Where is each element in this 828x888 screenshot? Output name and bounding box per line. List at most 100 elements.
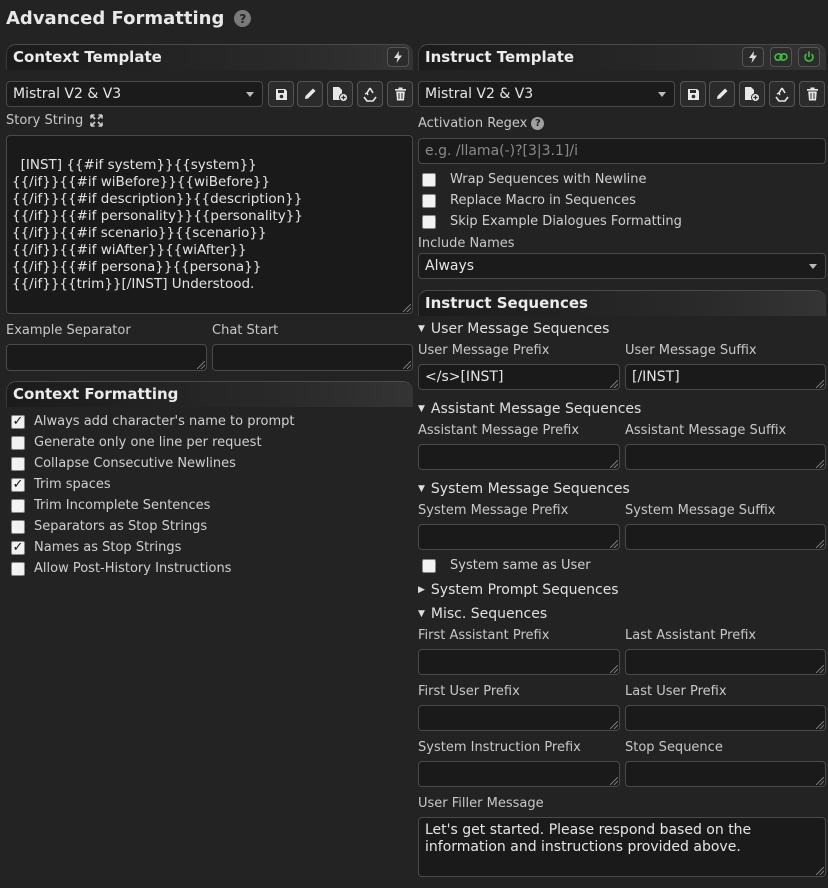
checkbox[interactable] [422, 558, 436, 573]
story-string-label-row: Story String [6, 113, 104, 128]
system-suffix-label: System Message Suffix [625, 503, 776, 518]
instruct-template-select[interactable]: Mistral V2 & V3 [418, 81, 675, 107]
user-filler-textarea[interactable]: Let's get started. Please respond based … [418, 817, 826, 877]
include-names-select[interactable]: Always [418, 253, 826, 279]
context-template-select[interactable]: Mistral V2 & V3 [6, 81, 263, 107]
assistant-suffix-input[interactable] [625, 444, 826, 470]
instruct-restore-button[interactable] [769, 81, 795, 107]
checkbox[interactable] [11, 435, 25, 450]
checkbox[interactable] [422, 193, 436, 208]
option-label: Replace Macro in Sequences [450, 193, 636, 208]
stop-sequence-input[interactable] [625, 761, 826, 787]
assistant-prefix-input[interactable] [418, 444, 620, 470]
option-label: Trim spaces [34, 477, 111, 492]
option-one-line[interactable]: Generate only one line per request [11, 432, 295, 453]
context-rename-button[interactable] [297, 81, 323, 107]
checkbox[interactable]: ✓ [11, 477, 25, 492]
user-sequences-toggle[interactable]: ▼ User Message Sequences [418, 321, 609, 337]
checkbox[interactable]: ✓ [11, 414, 25, 429]
triangle-down-icon: ▼ [418, 609, 425, 619]
checkbox[interactable] [11, 519, 25, 534]
misc-sequences-toggle[interactable]: ▼ Misc. Sequences [418, 606, 547, 622]
resize-grip-icon[interactable] [816, 540, 824, 548]
checkbox[interactable] [11, 561, 25, 576]
instruct-sequences-title: Instruct Sequences [425, 294, 588, 312]
option-always-add-name[interactable]: ✓ Always add character's name to prompt [11, 411, 295, 432]
instruct-enable-button[interactable] [798, 47, 820, 67]
example-separator-label: Example Separator [6, 323, 131, 338]
checkbox[interactable] [11, 498, 25, 513]
floppy-disk-icon [275, 88, 287, 100]
instruct-delete-button[interactable] [799, 81, 825, 107]
activation-regex-input[interactable]: e.g. /llama(-)?[3|3.1]/i [418, 138, 826, 164]
option-separators-stop[interactable]: Separators as Stop Strings [11, 516, 295, 537]
checkbox[interactable] [422, 172, 436, 187]
triangle-down-icon: ▼ [418, 484, 425, 494]
option-trim-spaces[interactable]: ✓ Trim spaces [11, 474, 295, 495]
resize-grip-icon[interactable] [816, 777, 824, 785]
resize-grip-icon[interactable] [403, 304, 411, 312]
link-icon [774, 53, 788, 61]
story-string-textarea[interactable]: [INST] {{#if system}}{{system}} {{/if}}{… [6, 135, 413, 314]
recycle-icon [363, 87, 377, 102]
instruct-rename-button[interactable] [709, 81, 735, 107]
context-restore-button[interactable] [357, 81, 383, 107]
checkbox[interactable] [11, 456, 25, 471]
user-suffix-input[interactable]: [/INST] [625, 364, 826, 390]
trash-icon [806, 87, 818, 101]
resize-grip-icon[interactable] [610, 540, 618, 548]
system-prefix-input[interactable] [418, 524, 620, 550]
user-prefix-input[interactable]: </s>[INST] [418, 364, 620, 390]
option-wrap-newline[interactable]: Wrap Sequences with Newline [422, 169, 682, 190]
resize-grip-icon[interactable] [403, 361, 411, 369]
example-separator-input[interactable] [6, 344, 207, 371]
assistant-sequences-toggle[interactable]: ▼ Assistant Message Sequences [418, 401, 641, 417]
resize-grip-icon[interactable] [197, 361, 205, 369]
instruct-template-value: Mistral V2 & V3 [425, 86, 534, 102]
option-label: Separators as Stop Strings [34, 519, 208, 534]
option-names-stop[interactable]: ✓ Names as Stop Strings [11, 537, 295, 558]
resize-grip-icon[interactable] [816, 460, 824, 468]
option-collapse-newlines[interactable]: Collapse Consecutive Newlines [11, 453, 295, 474]
checkbox[interactable] [422, 214, 436, 229]
resize-grip-icon[interactable] [610, 665, 618, 673]
system-sequences-toggle[interactable]: ▼ System Message Sequences [418, 481, 630, 497]
first-assistant-prefix-label: First Assistant Prefix [418, 628, 550, 643]
resize-grip-icon[interactable] [816, 380, 824, 388]
resize-grip-icon[interactable] [610, 777, 618, 785]
system-instruction-prefix-input[interactable] [418, 761, 620, 787]
resize-grip-icon[interactable] [816, 665, 824, 673]
last-user-prefix-input[interactable] [625, 705, 826, 731]
instruct-bolt-button[interactable] [742, 47, 764, 67]
last-assistant-prefix-input[interactable] [625, 649, 826, 675]
instruct-new-button[interactable] [739, 81, 765, 107]
context-new-button[interactable] [327, 81, 353, 107]
resize-grip-icon[interactable] [610, 380, 618, 388]
system-prompt-sequences-toggle[interactable]: ▶ System Prompt Sequences [418, 582, 619, 598]
help-question-icon[interactable]: ? [531, 117, 545, 130]
activation-regex-label: Activation Regex [418, 116, 528, 131]
context-delete-button[interactable] [387, 81, 413, 107]
system-suffix-input[interactable] [625, 524, 826, 550]
resize-grip-icon[interactable] [816, 867, 824, 875]
resize-grip-icon[interactable] [610, 460, 618, 468]
help-question-icon[interactable]: ? [234, 10, 252, 27]
resize-grip-icon[interactable] [816, 721, 824, 729]
option-system-same-as-user[interactable]: System same as User [422, 555, 591, 576]
option-post-history[interactable]: Allow Post-History Instructions [11, 558, 295, 579]
instruct-save-button[interactable] [680, 81, 706, 107]
instruct-template-title: Instruct Template [425, 48, 575, 66]
context-bolt-button[interactable] [387, 47, 409, 67]
checkbox[interactable]: ✓ [11, 540, 25, 555]
first-user-prefix-input[interactable] [418, 705, 620, 731]
context-template-value: Mistral V2 & V3 [13, 86, 122, 102]
first-assistant-prefix-input[interactable] [418, 649, 620, 675]
option-trim-incomplete[interactable]: Trim Incomplete Sentences [11, 495, 295, 516]
option-skip-examples[interactable]: Skip Example Dialogues Formatting [422, 211, 682, 232]
chat-start-input[interactable] [212, 344, 413, 371]
option-replace-macro[interactable]: Replace Macro in Sequences [422, 190, 682, 211]
context-save-button[interactable] [268, 81, 294, 107]
expand-arrows-icon[interactable] [90, 114, 104, 127]
instruct-bind-button[interactable] [770, 47, 792, 67]
resize-grip-icon[interactable] [610, 721, 618, 729]
